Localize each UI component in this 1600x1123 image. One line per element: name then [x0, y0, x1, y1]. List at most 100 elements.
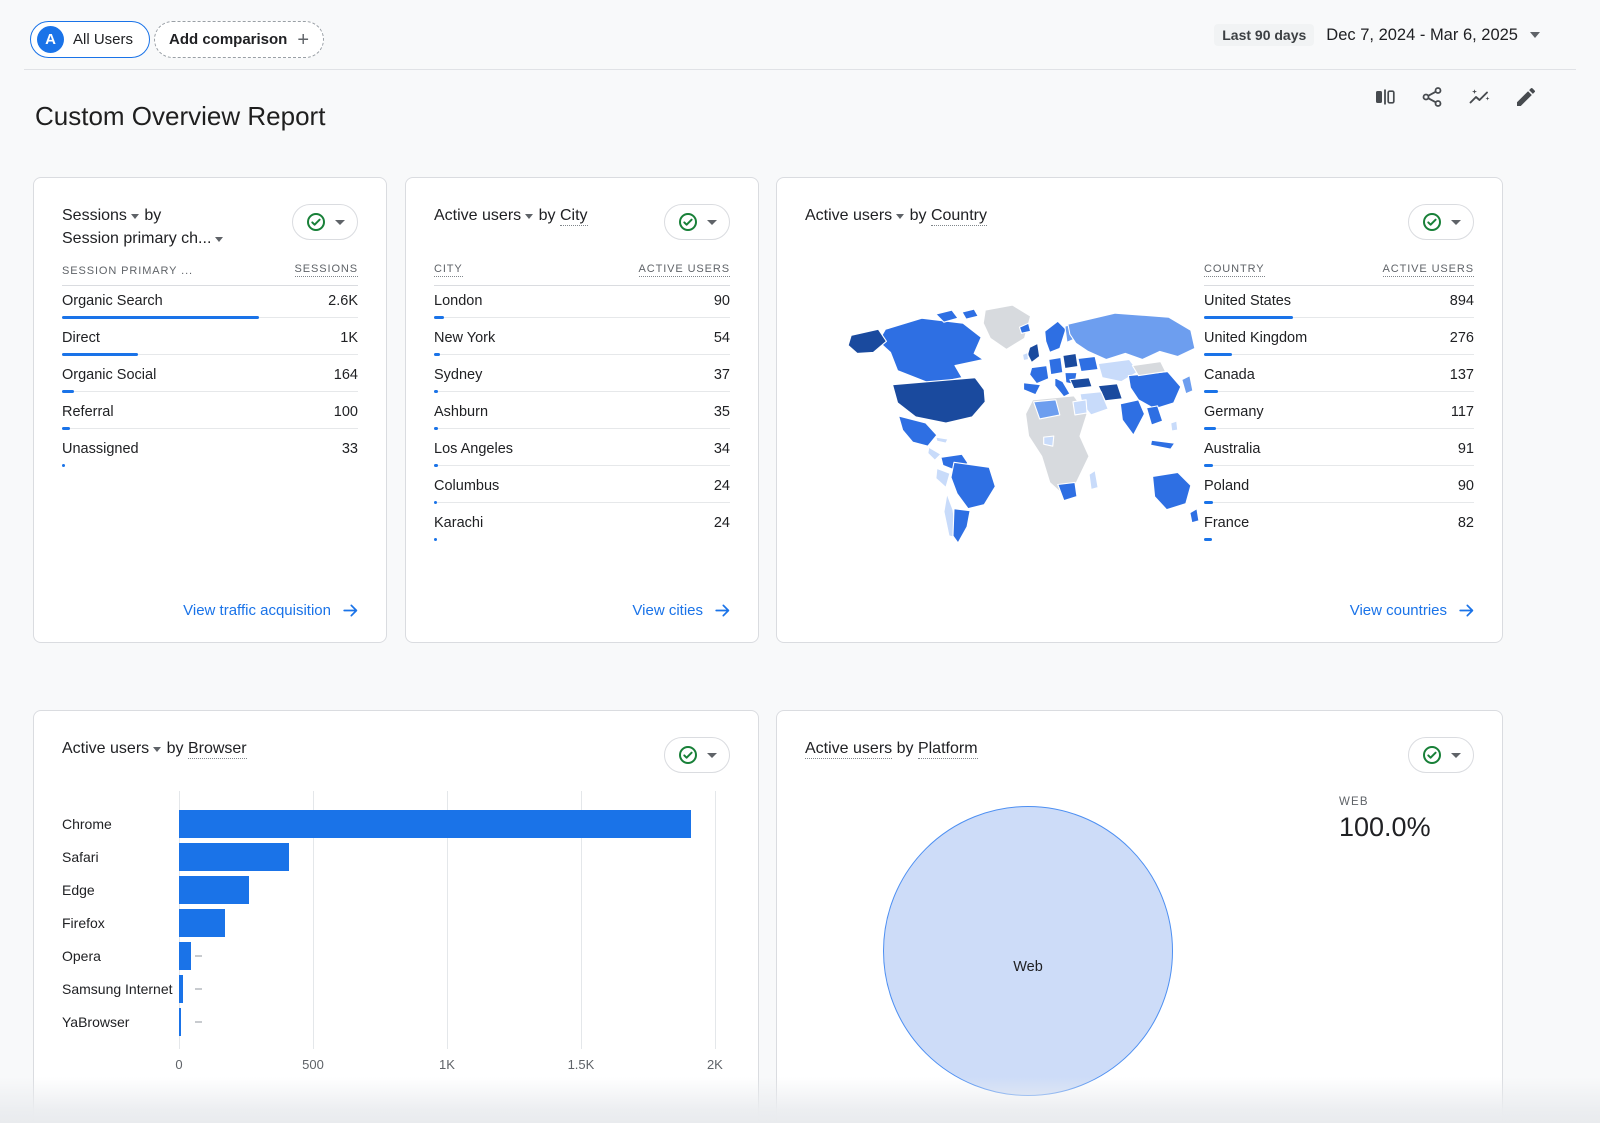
row-value-bar — [434, 427, 438, 430]
sessions-by-channel-card: Sessions by Session primary ch... SESSIO… — [33, 177, 387, 643]
bar[interactable] — [179, 843, 289, 871]
table-row[interactable]: Direct 1K — [62, 325, 358, 362]
metric-selector[interactable]: Active users — [805, 207, 892, 224]
metric-selector[interactable]: Active users — [62, 740, 149, 757]
bar[interactable] — [179, 876, 249, 904]
by-label: by — [910, 207, 927, 224]
table-row[interactable]: Canada 137 — [1204, 362, 1474, 399]
bar[interactable] — [179, 909, 225, 937]
row-value-bar — [1204, 501, 1213, 504]
card-status-menu[interactable] — [664, 204, 730, 240]
dimension-selector[interactable]: Country — [931, 207, 987, 226]
chevron-down-icon — [707, 220, 717, 225]
plus-icon: + — [297, 30, 309, 50]
table-row[interactable]: Organic Social 164 — [62, 362, 358, 399]
bar[interactable] — [179, 975, 183, 1003]
date-range-selector[interactable]: Last 90 days Dec 7, 2024 - Mar 6, 2025 — [1214, 24, 1540, 46]
chevron-down-icon — [1451, 753, 1461, 758]
add-comparison-button[interactable]: Add comparison + — [154, 21, 324, 58]
row-value-bar — [1204, 427, 1216, 430]
column-header-dimension[interactable]: SESSION PRIMARY ... — [62, 265, 193, 277]
table-header: COUNTRY ACTIVE USERS — [1204, 263, 1474, 286]
row-value-bar — [1204, 464, 1213, 467]
card-status-menu[interactable] — [1408, 737, 1474, 773]
row-value: 91 — [1458, 441, 1474, 457]
dimension-selector[interactable]: City — [560, 207, 588, 226]
card-status-menu[interactable] — [664, 737, 730, 773]
bar[interactable] — [179, 1008, 181, 1036]
row-label: Ashburn — [434, 404, 488, 420]
page-title: Custom Overview Report — [35, 101, 325, 132]
column-header-metric[interactable]: SESSIONS — [295, 263, 358, 277]
view-countries-link[interactable]: View countries — [1350, 601, 1476, 620]
view-cities-link[interactable]: View cities — [632, 601, 732, 620]
table-row[interactable]: New York 54 — [434, 325, 730, 362]
row-value: 82 — [1458, 515, 1474, 531]
topbar-divider — [24, 69, 1576, 70]
dimension-selector[interactable]: Platform — [918, 740, 978, 759]
row-divider — [1204, 428, 1474, 429]
column-header-metric[interactable]: ACTIVE USERS — [639, 263, 731, 277]
sessions-table: SESSION PRIMARY ... SESSIONS Organic Sea… — [62, 263, 358, 473]
chevron-down-icon — [896, 214, 904, 219]
report-toolbar — [1373, 85, 1538, 109]
table-row[interactable]: Unassigned 33 — [62, 436, 358, 473]
table-row[interactable]: Sydney 37 — [434, 362, 730, 399]
row-value-bar — [62, 464, 65, 467]
metric-selector[interactable]: Sessions — [62, 207, 127, 224]
insights-icon[interactable] — [1467, 85, 1491, 109]
view-traffic-acquisition-link[interactable]: View traffic acquisition — [183, 601, 360, 620]
table-row[interactable]: Germany 117 — [1204, 399, 1474, 436]
row-value-bar — [1204, 390, 1218, 393]
row-value-bar — [62, 427, 70, 430]
table-row[interactable]: United Kingdom 276 — [1204, 325, 1474, 362]
dimension-selector[interactable]: Session primary ch... — [62, 230, 211, 247]
table-row[interactable]: Columbus 24 — [434, 473, 730, 510]
table-row[interactable]: United States 894 — [1204, 288, 1474, 325]
share-icon[interactable] — [1420, 85, 1444, 109]
card-status-menu[interactable] — [1408, 204, 1474, 240]
chevron-down-icon — [131, 214, 139, 219]
bar-row: YaBrowser — [62, 1005, 746, 1038]
bar-track — [179, 942, 746, 970]
by-label: by — [897, 740, 914, 757]
table-row[interactable]: Ashburn 35 — [434, 399, 730, 436]
all-users-chip[interactable]: A All Users — [30, 21, 150, 58]
table-row[interactable]: Organic Search 2.6K — [62, 288, 358, 325]
column-header-metric[interactable]: ACTIVE USERS — [1383, 263, 1475, 277]
chevron-down-icon — [153, 747, 161, 752]
bar-category-label: Opera — [62, 948, 179, 964]
card-status-menu[interactable] — [292, 204, 358, 240]
bar-category-label: Samsung Internet — [62, 981, 179, 997]
metric-selector[interactable]: Active users — [434, 207, 521, 224]
table-row[interactable]: Australia 91 — [1204, 436, 1474, 473]
row-value: 34 — [714, 441, 730, 457]
row-value: 33 — [342, 441, 358, 457]
row-label: Sydney — [434, 367, 482, 383]
row-value: 164 — [334, 367, 358, 383]
row-value-bar — [1204, 353, 1232, 356]
bar-track — [179, 876, 746, 904]
column-header-dimension[interactable]: COUNTRY — [1204, 263, 1265, 277]
column-header-dimension[interactable]: CITY — [434, 263, 463, 277]
edit-icon[interactable] — [1514, 85, 1538, 109]
bar[interactable] — [179, 810, 691, 838]
x-axis-tick-label: 1K — [439, 1057, 455, 1072]
row-divider — [1204, 502, 1474, 503]
table-header: CITY ACTIVE USERS — [434, 263, 730, 286]
table-row[interactable]: London 90 — [434, 288, 730, 325]
check-circle-icon — [306, 212, 326, 232]
row-label: Organic Search — [62, 293, 163, 309]
table-row[interactable]: France 82 — [1204, 510, 1474, 547]
comparisons-icon[interactable] — [1373, 85, 1397, 109]
row-label: Canada — [1204, 367, 1255, 383]
dimension-selector[interactable]: Browser — [188, 740, 247, 759]
table-row[interactable]: Karachi 24 — [434, 510, 730, 547]
table-row[interactable]: Los Angeles 34 — [434, 436, 730, 473]
platform-pie-chart[interactable]: Web — [883, 806, 1173, 1096]
row-label: Karachi — [434, 515, 483, 531]
metric-selector[interactable]: Active users — [805, 740, 892, 759]
bar[interactable] — [179, 942, 191, 970]
table-row[interactable]: Referral 100 — [62, 399, 358, 436]
table-row[interactable]: Poland 90 — [1204, 473, 1474, 510]
